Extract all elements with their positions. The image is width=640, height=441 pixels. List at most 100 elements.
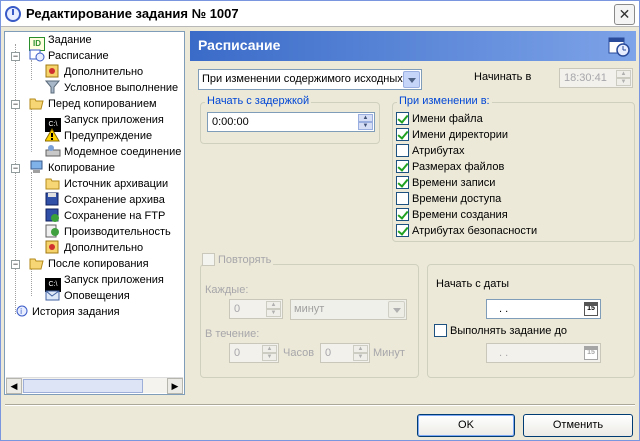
start-date-input[interactable]: . . 15 (486, 299, 601, 319)
tree-item-modem[interactable]: Модемное соединение (45, 144, 181, 160)
create-time-box[interactable] (396, 208, 409, 221)
window-title: Редактирование задания № 1007 (26, 6, 239, 21)
start-date-label: Начать с даты (436, 278, 510, 290)
delay-spinner[interactable]: ▲ ▼ (358, 114, 373, 130)
delay-input[interactable]: 0:00:00 ▲ ▼ (207, 112, 375, 132)
scroll-right-button[interactable]: ▶ (167, 378, 183, 394)
history-icon: i (13, 304, 29, 318)
run-until-box[interactable] (434, 324, 447, 337)
checkbox-file-size[interactable]: Размерах файлов (396, 160, 504, 175)
calendar-icon[interactable]: 15 (584, 346, 598, 360)
file-name-box[interactable] (396, 112, 409, 125)
start-time-spinner[interactable]: ▲ ▼ (616, 70, 631, 86)
minutes-input[interactable]: 0 ▲ ▼ (320, 343, 370, 363)
checkbox-repeat[interactable]: Повторять (202, 253, 274, 268)
every-label: Каждые: (205, 284, 249, 296)
folder-open-icon (29, 96, 45, 110)
svg-text:i: i (20, 307, 22, 316)
modem-icon (45, 144, 61, 158)
tree-item-task[interactable]: ID Задание (29, 32, 92, 51)
title-bar: Редактирование задания № 1007 ✕ (1, 1, 639, 27)
floppy-icon (45, 192, 61, 206)
app-clock-icon (5, 6, 21, 22)
tree-item-conditional[interactable]: Условное выполнение (44, 80, 178, 96)
hours-label: Часов (283, 347, 315, 359)
filter-icon (44, 80, 61, 94)
access-time-box[interactable] (396, 192, 409, 205)
checkbox-file-name[interactable]: Имени файла (396, 112, 483, 127)
every-spinner[interactable]: ▲ ▼ (266, 301, 281, 317)
checkbox-access-time[interactable]: Времени доступа (396, 192, 501, 207)
computer-icon (29, 160, 45, 174)
expand-schedule[interactable]: − (11, 52, 20, 61)
write-time-box[interactable] (396, 176, 409, 189)
expand-copy[interactable]: − (11, 164, 20, 173)
every-unit-select[interactable]: минут (290, 299, 407, 320)
checkbox-security[interactable]: Атрибутах безопасности (396, 224, 537, 239)
tree-item-schedule[interactable]: Расписание (29, 48, 109, 64)
attributes-box[interactable] (396, 144, 409, 157)
minutes-spinner[interactable]: ▲ ▼ (353, 345, 368, 361)
expand-after-copy[interactable]: − (11, 260, 20, 269)
repeat-box[interactable] (202, 253, 215, 266)
scroll-left-button[interactable]: ◀ (6, 378, 22, 394)
tree-item-after-copy[interactable]: После копирования (29, 256, 149, 272)
ok-button[interactable]: OK (417, 414, 515, 437)
tree-item-run-app-after[interactable]: C:\ Запуск приложения (45, 272, 164, 292)
delay-group-label: Начать с задержкой (205, 95, 312, 107)
start-time-field[interactable]: 18:30:41 ▲ ▼ (559, 68, 633, 88)
cancel-button[interactable]: Отменить (523, 414, 633, 437)
hours-input[interactable]: 0 ▲ ▼ (229, 343, 279, 363)
on-change-group-label: При изменении в: (397, 95, 492, 107)
tree-item-performance[interactable]: Производительность (45, 224, 171, 240)
checkbox-dir-name[interactable]: Имени директории (396, 128, 508, 143)
schedule-icon (29, 48, 45, 62)
every-input[interactable]: 0 ▲ ▼ (229, 299, 283, 319)
checkbox-write-time[interactable]: Времени записи (396, 176, 495, 191)
expand-before-copy[interactable]: − (11, 100, 20, 109)
dir-name-box[interactable] (396, 128, 409, 141)
calendar-icon[interactable]: 15 (584, 302, 598, 316)
tree-item-save-ftp[interactable]: Сохранение на FTP (45, 208, 165, 224)
during-label: В течение: (205, 328, 260, 340)
checkbox-run-until[interactable]: Выполнять задание до (434, 324, 567, 339)
button-separator (5, 404, 635, 406)
chevron-down-icon[interactable] (388, 301, 405, 318)
performance-icon (45, 224, 61, 238)
section-header: Расписание (190, 31, 636, 61)
until-date-input[interactable]: . . 15 (486, 343, 601, 363)
advanced-icon (45, 64, 61, 78)
chevron-down-icon[interactable] (403, 71, 420, 88)
section-title: Расписание (198, 37, 281, 53)
scroll-thumb[interactable] (23, 379, 143, 393)
tree-item-notifications[interactable]: Оповещения (45, 288, 130, 304)
schedule-clock-icon (608, 35, 630, 57)
tree-horizontal-scrollbar[interactable]: ◀ ▶ (6, 377, 183, 394)
close-button[interactable]: ✕ (614, 4, 635, 25)
file-size-box[interactable] (396, 160, 409, 173)
trigger-select[interactable]: При изменении содержимого исходных (198, 69, 422, 90)
tree-item-copy-advanced[interactable]: Дополнительно (45, 240, 143, 256)
folder-icon (45, 176, 61, 190)
tree-item-copy[interactable]: Копирование (29, 160, 115, 176)
tree-item-before-copy[interactable]: Перед копированием (29, 96, 157, 112)
tree-item-schedule-advanced[interactable]: Дополнительно (45, 64, 143, 80)
folder-open-icon (29, 256, 45, 270)
dialog-window: Редактирование задания № 1007 ✕ − − − − … (0, 0, 640, 441)
checkbox-create-time[interactable]: Времени создания (396, 208, 508, 223)
minutes-label: Минут (373, 347, 405, 359)
security-box[interactable] (396, 224, 409, 237)
checkbox-attributes[interactable]: Атрибутах (396, 144, 465, 159)
mail-icon (45, 288, 61, 302)
tree-item-source[interactable]: Источник архивации (45, 176, 168, 192)
tree-item-history[interactable]: i История задания (13, 304, 120, 320)
ftp-icon (45, 208, 61, 222)
hours-spinner[interactable]: ▲ ▼ (262, 345, 277, 361)
warning-icon (44, 128, 61, 142)
tree-item-run-app-before[interactable]: C:\ Запуск приложения (45, 112, 164, 132)
start-at-label: Начинать в (474, 71, 532, 83)
tree-item-warning[interactable]: Предупреждение (44, 128, 152, 144)
settings-tree[interactable]: − − − − ID Задание Расписание Дополнитель… (4, 31, 185, 395)
tree-item-save-archive[interactable]: Сохранение архива (45, 192, 165, 208)
advanced-icon (45, 240, 61, 254)
